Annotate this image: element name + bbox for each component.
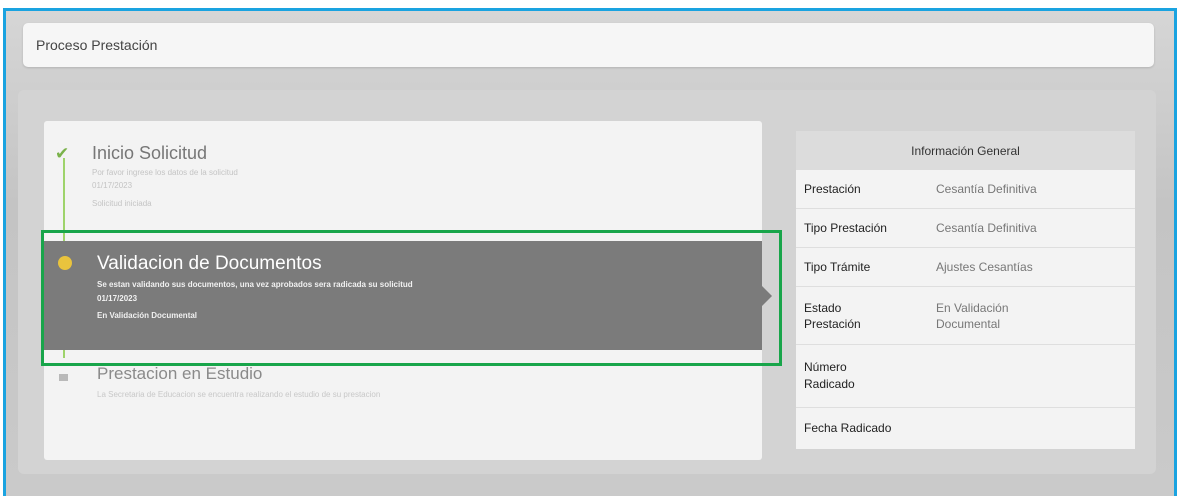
check-icon: ✔	[55, 144, 70, 163]
info-row: Estado Prestación En Validación Document…	[796, 287, 1135, 345]
timeline-step-inicio: Inicio Solicitud Por favor ingrese los d…	[92, 143, 238, 208]
step-description: La Secretaria de Educacion se encuentra …	[97, 390, 381, 399]
info-label: Tipo Prestación	[804, 221, 887, 235]
info-heading: Información General	[796, 131, 1135, 170]
info-value: Cesantía Definitiva	[936, 182, 1037, 196]
info-label: Prestación	[804, 182, 861, 196]
info-row: Tipo Trámite Ajustes Cesantías	[796, 248, 1135, 287]
info-label: Estado Prestación	[804, 300, 861, 331]
info-label: Tipo Trámite	[804, 260, 871, 274]
info-value: Cesantía Definitiva	[936, 221, 1037, 235]
info-card: Información General Prestación Cesantía …	[796, 131, 1135, 449]
info-value: En Validación Documental	[936, 300, 1009, 331]
process-header: Proceso Prestación	[23, 23, 1154, 67]
step-date: 01/17/2023	[92, 181, 133, 190]
info-label: Fecha Radicado	[804, 421, 892, 435]
step-description: Por favor ingrese los datos de la solici…	[92, 168, 238, 177]
info-row: Tipo Prestación Cesantía Definitiva	[796, 209, 1135, 248]
page-title: Proceso Prestación	[36, 37, 158, 53]
timeline-step-estudio: Prestacion en Estudio La Secretaria de E…	[97, 364, 380, 399]
info-label: Número Radicado	[804, 360, 855, 391]
highlight-box	[41, 230, 782, 366]
info-row: Número Radicado	[796, 345, 1135, 408]
square-icon	[59, 374, 68, 381]
step-status: Solicitud iniciada	[92, 199, 152, 208]
info-value: Ajustes Cesantías	[936, 260, 1033, 274]
step-title: Prestacion en Estudio	[97, 364, 263, 383]
info-row: Prestación Cesantía Definitiva	[796, 170, 1135, 209]
step-title: Inicio Solicitud	[92, 143, 208, 163]
info-row: Fecha Radicado	[796, 408, 1135, 448]
